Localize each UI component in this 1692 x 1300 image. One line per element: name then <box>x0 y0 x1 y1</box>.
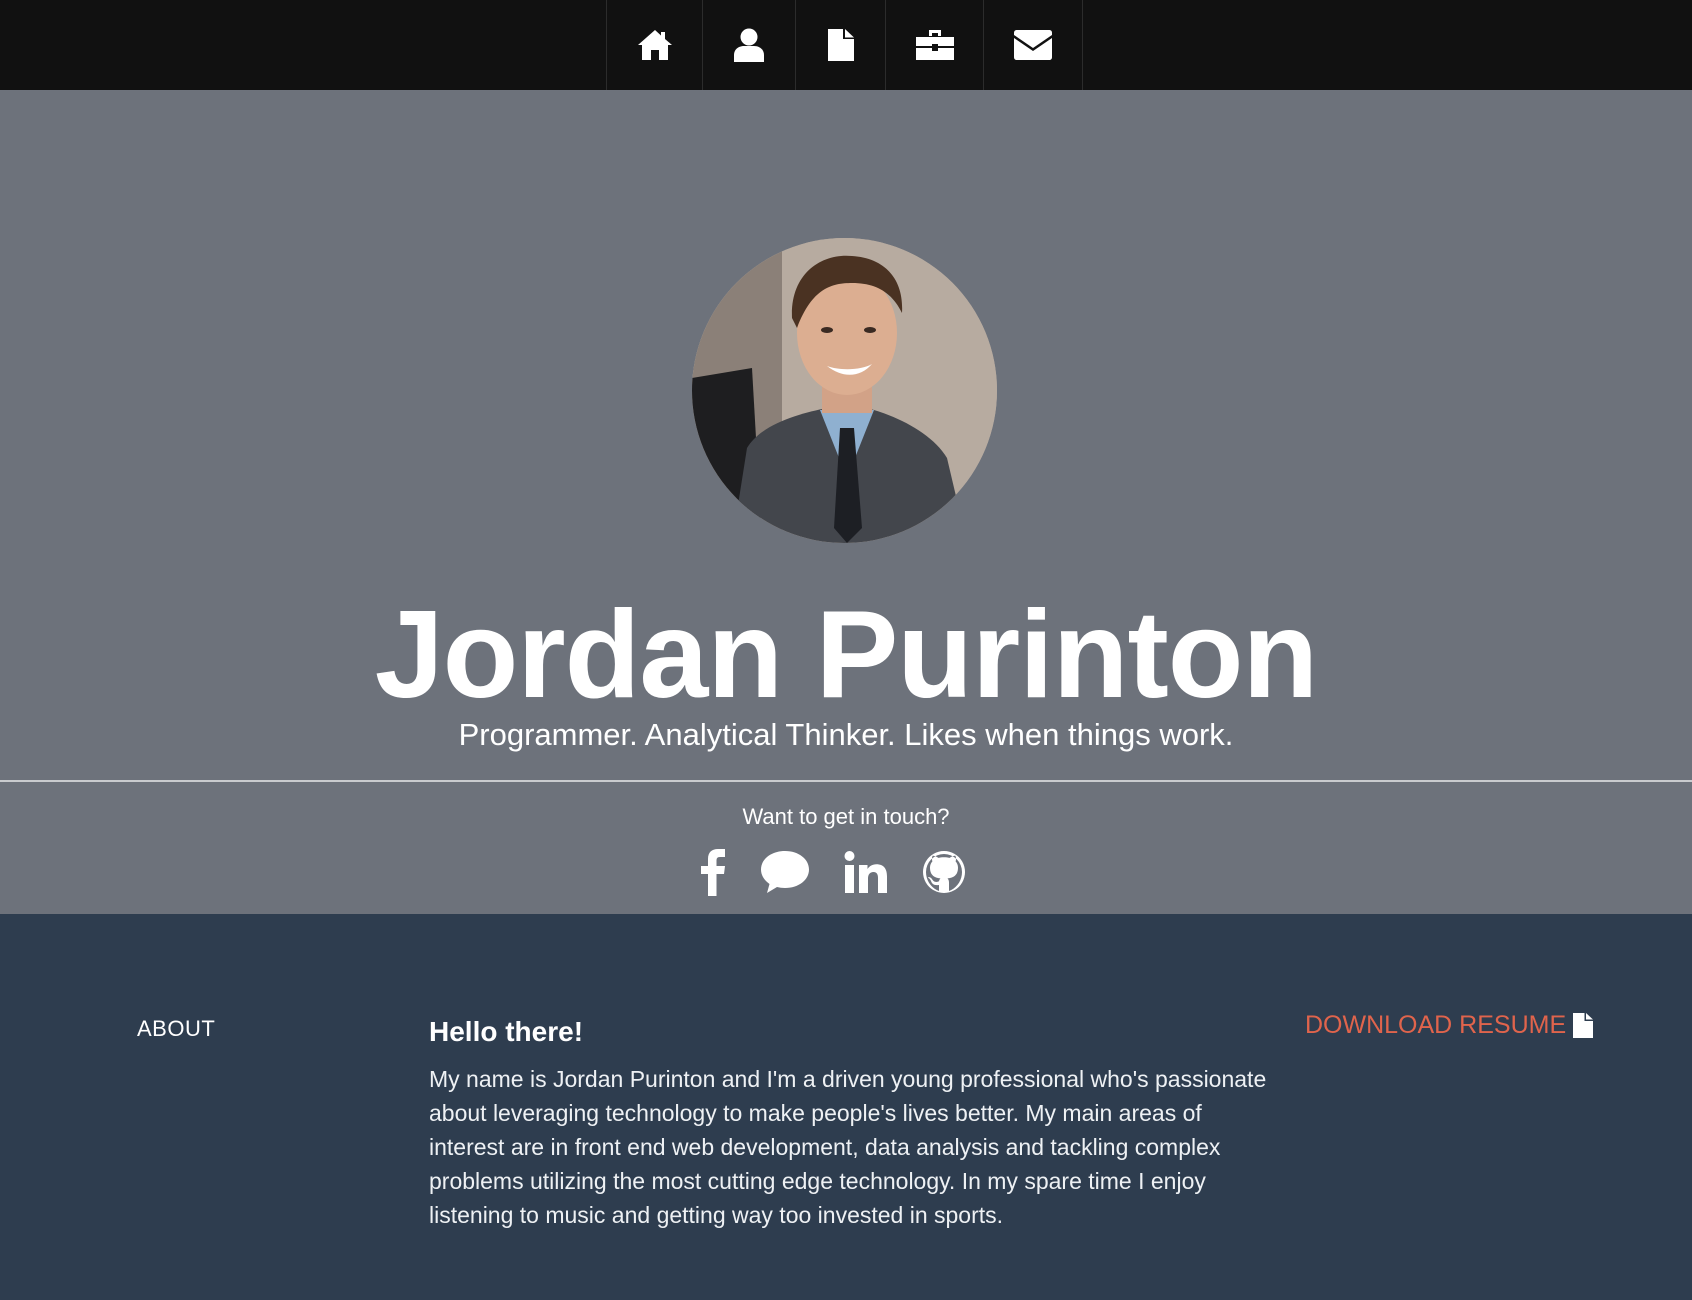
github-link[interactable] <box>922 850 966 894</box>
envelope-icon <box>1014 30 1052 60</box>
nav-portfolio[interactable] <box>885 0 983 90</box>
download-resume-link[interactable]: DOWNLOAD RESUME <box>1305 1008 1594 1042</box>
profile-photo <box>692 238 997 543</box>
github-icon <box>923 851 966 893</box>
top-navigation <box>0 0 1692 91</box>
hero-section: Jordan Purinton Programmer. Analytical T… <box>0 90 1692 780</box>
chat-link[interactable] <box>760 850 810 894</box>
contact-prompt: Want to get in touch? <box>742 804 950 829</box>
contact-section: Want to get in touch? <box>0 782 1692 914</box>
home-icon <box>637 30 672 60</box>
social-links <box>700 842 1000 902</box>
linkedin-icon <box>844 851 887 893</box>
linkedin-link[interactable] <box>844 851 888 893</box>
nav-resume[interactable] <box>795 0 885 90</box>
about-text: My name is Jordan Purinton and I'm a dri… <box>429 1066 1267 1228</box>
nav-about[interactable] <box>702 0 795 90</box>
about-heading: ABOUT <box>137 1016 216 1041</box>
nav-contact[interactable] <box>983 0 1083 90</box>
about-section: ABOUT Hello there! My name is Jordan Pur… <box>0 914 1692 1300</box>
nav-bar <box>606 0 1083 90</box>
download-resume-label: DOWNLOAD RESUME <box>1305 1011 1567 1039</box>
chat-bubble-icon <box>761 851 809 893</box>
briefcase-icon <box>915 30 954 60</box>
facebook-link[interactable] <box>700 848 726 896</box>
about-title: Hello there! <box>429 1016 584 1047</box>
hero-tagline: Programmer. Analytical Thinker. Likes wh… <box>458 717 1234 752</box>
file-icon <box>827 29 854 61</box>
facebook-icon <box>701 849 725 896</box>
file-icon <box>1573 1012 1594 1038</box>
profile-photo-illustration <box>692 238 997 543</box>
about-body: Hello there! My name is Jordan Purinton … <box>429 1014 1269 1232</box>
nav-home[interactable] <box>606 0 702 90</box>
user-icon <box>734 28 764 62</box>
hero-name: Jordan Purinton <box>374 586 1319 724</box>
